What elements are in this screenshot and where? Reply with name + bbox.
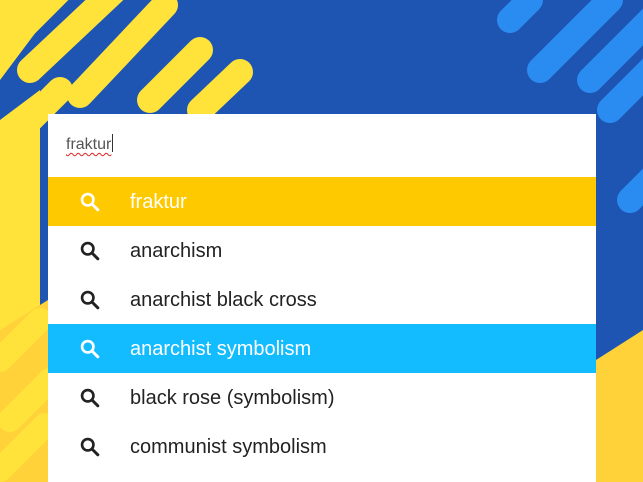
search-icon bbox=[80, 290, 100, 310]
text-caret bbox=[112, 134, 114, 152]
suggestion-item-4[interactable]: anarchist symbolism bbox=[48, 324, 596, 373]
search-bar: fraktur bbox=[48, 114, 596, 177]
search-icon bbox=[80, 192, 100, 212]
search-icon bbox=[80, 388, 100, 408]
suggestion-item-2[interactable]: anarchism bbox=[48, 226, 596, 275]
search-panel: fraktur fraktur anarchism anarchist blac… bbox=[48, 114, 596, 482]
suggestion-label: anarchist black cross bbox=[130, 289, 317, 311]
page-background: fraktur fraktur anarchism anarchist blac… bbox=[0, 0, 643, 482]
suggestion-item-3[interactable]: anarchist black cross bbox=[48, 275, 596, 324]
search-icon bbox=[80, 339, 100, 359]
suggestion-item-5[interactable]: black rose (symbolism) bbox=[48, 373, 596, 422]
suggestion-label: black rose (symbolism) bbox=[130, 387, 335, 409]
search-icon bbox=[80, 437, 100, 457]
search-input-text: fraktur bbox=[66, 136, 112, 153]
search-icon bbox=[80, 241, 100, 261]
search-input[interactable]: fraktur bbox=[66, 134, 566, 156]
suggestion-list: fraktur anarchism anarchist black cross … bbox=[48, 177, 596, 471]
suggestion-item-1[interactable]: fraktur bbox=[48, 177, 596, 226]
suggestion-label: anarchist symbolism bbox=[130, 338, 312, 360]
suggestion-label: fraktur bbox=[130, 191, 187, 213]
suggestion-label: communist symbolism bbox=[130, 436, 327, 458]
suggestion-item-6[interactable]: communist symbolism bbox=[48, 422, 596, 471]
suggestion-label: anarchism bbox=[130, 240, 223, 262]
